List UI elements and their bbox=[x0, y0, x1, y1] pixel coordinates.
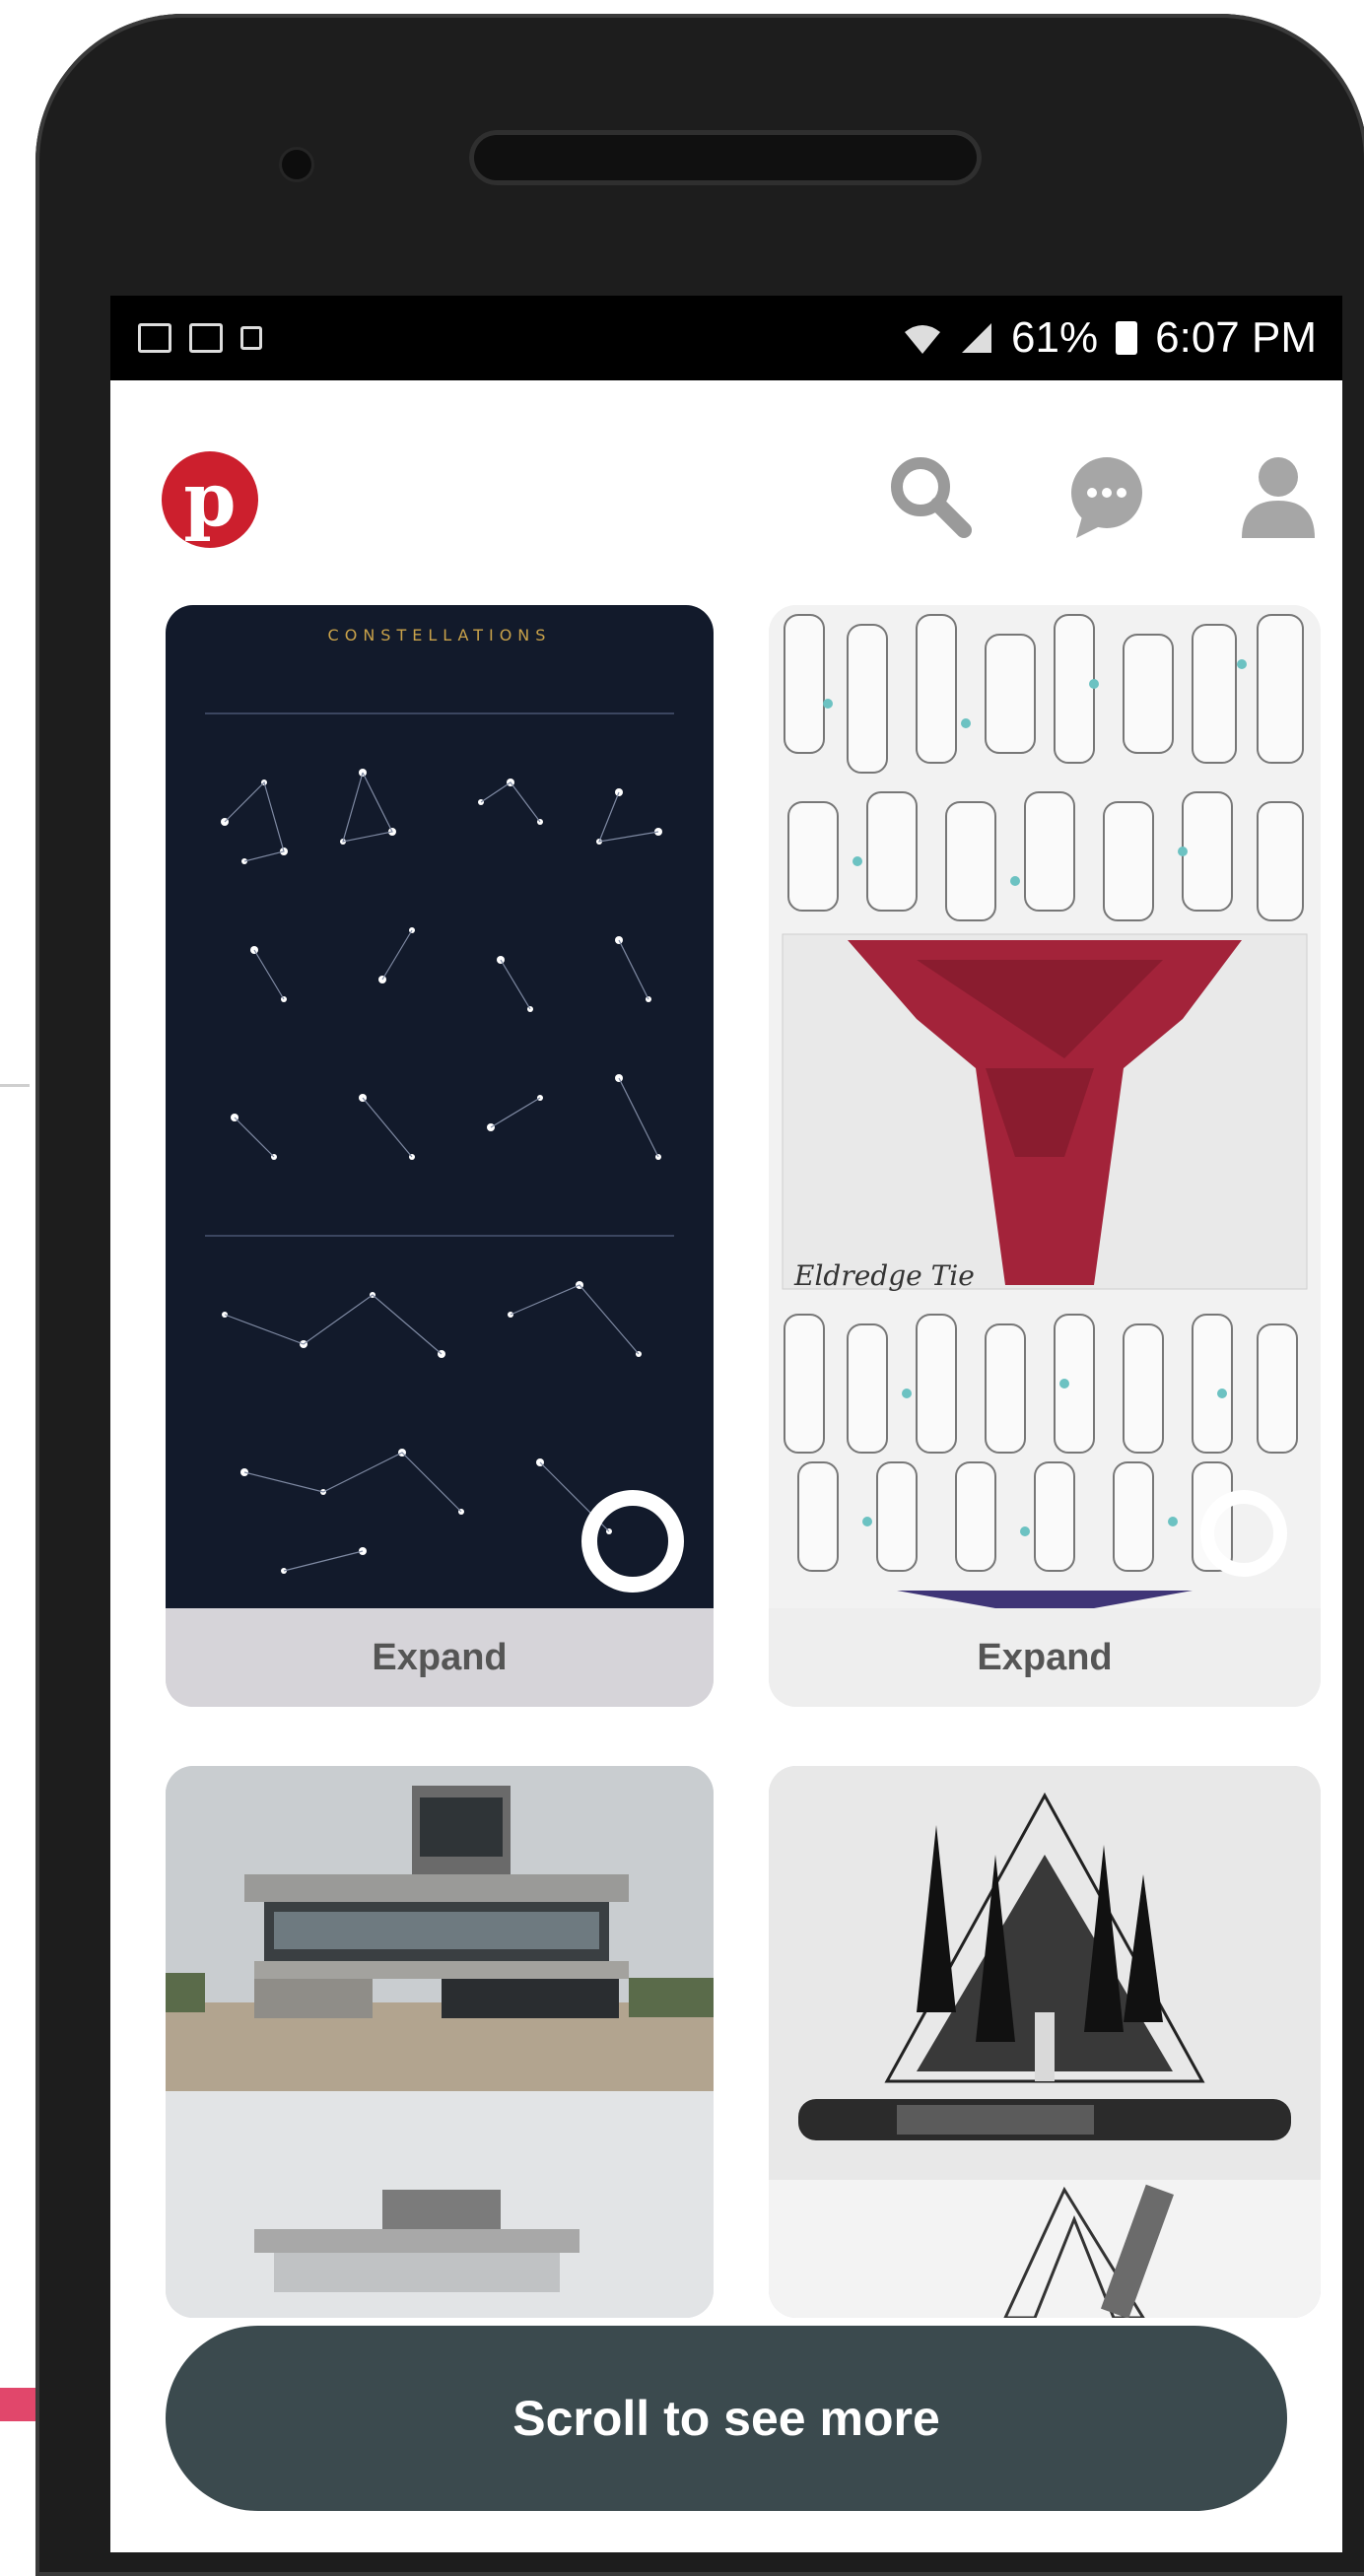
wifi-icon bbox=[905, 325, 941, 354]
tie-knot-image: Eldredge Tie bbox=[769, 605, 1321, 1608]
gmail-icon bbox=[189, 323, 223, 353]
pin-title: Eldredge Tie bbox=[793, 1259, 975, 1292]
app-screen: 61% 6:07 PM p CONSTELLATIONS Expand Eldr… bbox=[110, 296, 1342, 2552]
chat-icon[interactable] bbox=[1062, 451, 1151, 540]
pin-constellations[interactable]: CONSTELLATIONS Expand bbox=[166, 605, 714, 1707]
pin-tree-drawing[interactable] bbox=[769, 1766, 1321, 2318]
phone-camera bbox=[282, 150, 311, 179]
pin-eldredge-tie[interactable]: Eldredge Tie Expand bbox=[769, 605, 1321, 1707]
search-icon[interactable] bbox=[885, 451, 974, 540]
page-divider bbox=[0, 1084, 30, 1087]
pin-title: CONSTELLATIONS bbox=[328, 626, 552, 644]
constellations-image: CONSTELLATIONS bbox=[166, 605, 714, 1608]
expand-button[interactable]: Expand bbox=[372, 1637, 507, 1679]
pin-modern-house[interactable] bbox=[166, 1766, 714, 2318]
drawing-image bbox=[769, 1766, 1321, 2318]
expand-bar[interactable]: Expand bbox=[166, 1608, 714, 1707]
profile-icon[interactable] bbox=[1234, 451, 1323, 540]
phone-frame: 61% 6:07 PM p CONSTELLATIONS Expand Eldr… bbox=[35, 14, 1364, 2576]
image-notification-icon bbox=[138, 323, 171, 353]
pinterest-logo-icon[interactable]: p bbox=[162, 451, 258, 548]
loading-spinner bbox=[1200, 1490, 1287, 1577]
status-bar: 61% 6:07 PM bbox=[110, 296, 1342, 380]
house-image bbox=[166, 1766, 714, 2318]
expand-bar[interactable]: Expand bbox=[769, 1608, 1321, 1707]
loading-spinner bbox=[581, 1490, 684, 1593]
phone-earpiece bbox=[469, 130, 982, 185]
scroll-to-see-more-button[interactable]: Scroll to see more bbox=[166, 2326, 1287, 2511]
signal-icon bbox=[962, 323, 992, 353]
cast-icon bbox=[240, 326, 262, 350]
app-header: p bbox=[110, 380, 1342, 558]
expand-button[interactable]: Expand bbox=[977, 1637, 1112, 1679]
battery-percent: 61% bbox=[1011, 313, 1099, 362]
clock: 6:07 PM bbox=[1155, 313, 1317, 362]
battery-icon bbox=[1116, 321, 1138, 355]
